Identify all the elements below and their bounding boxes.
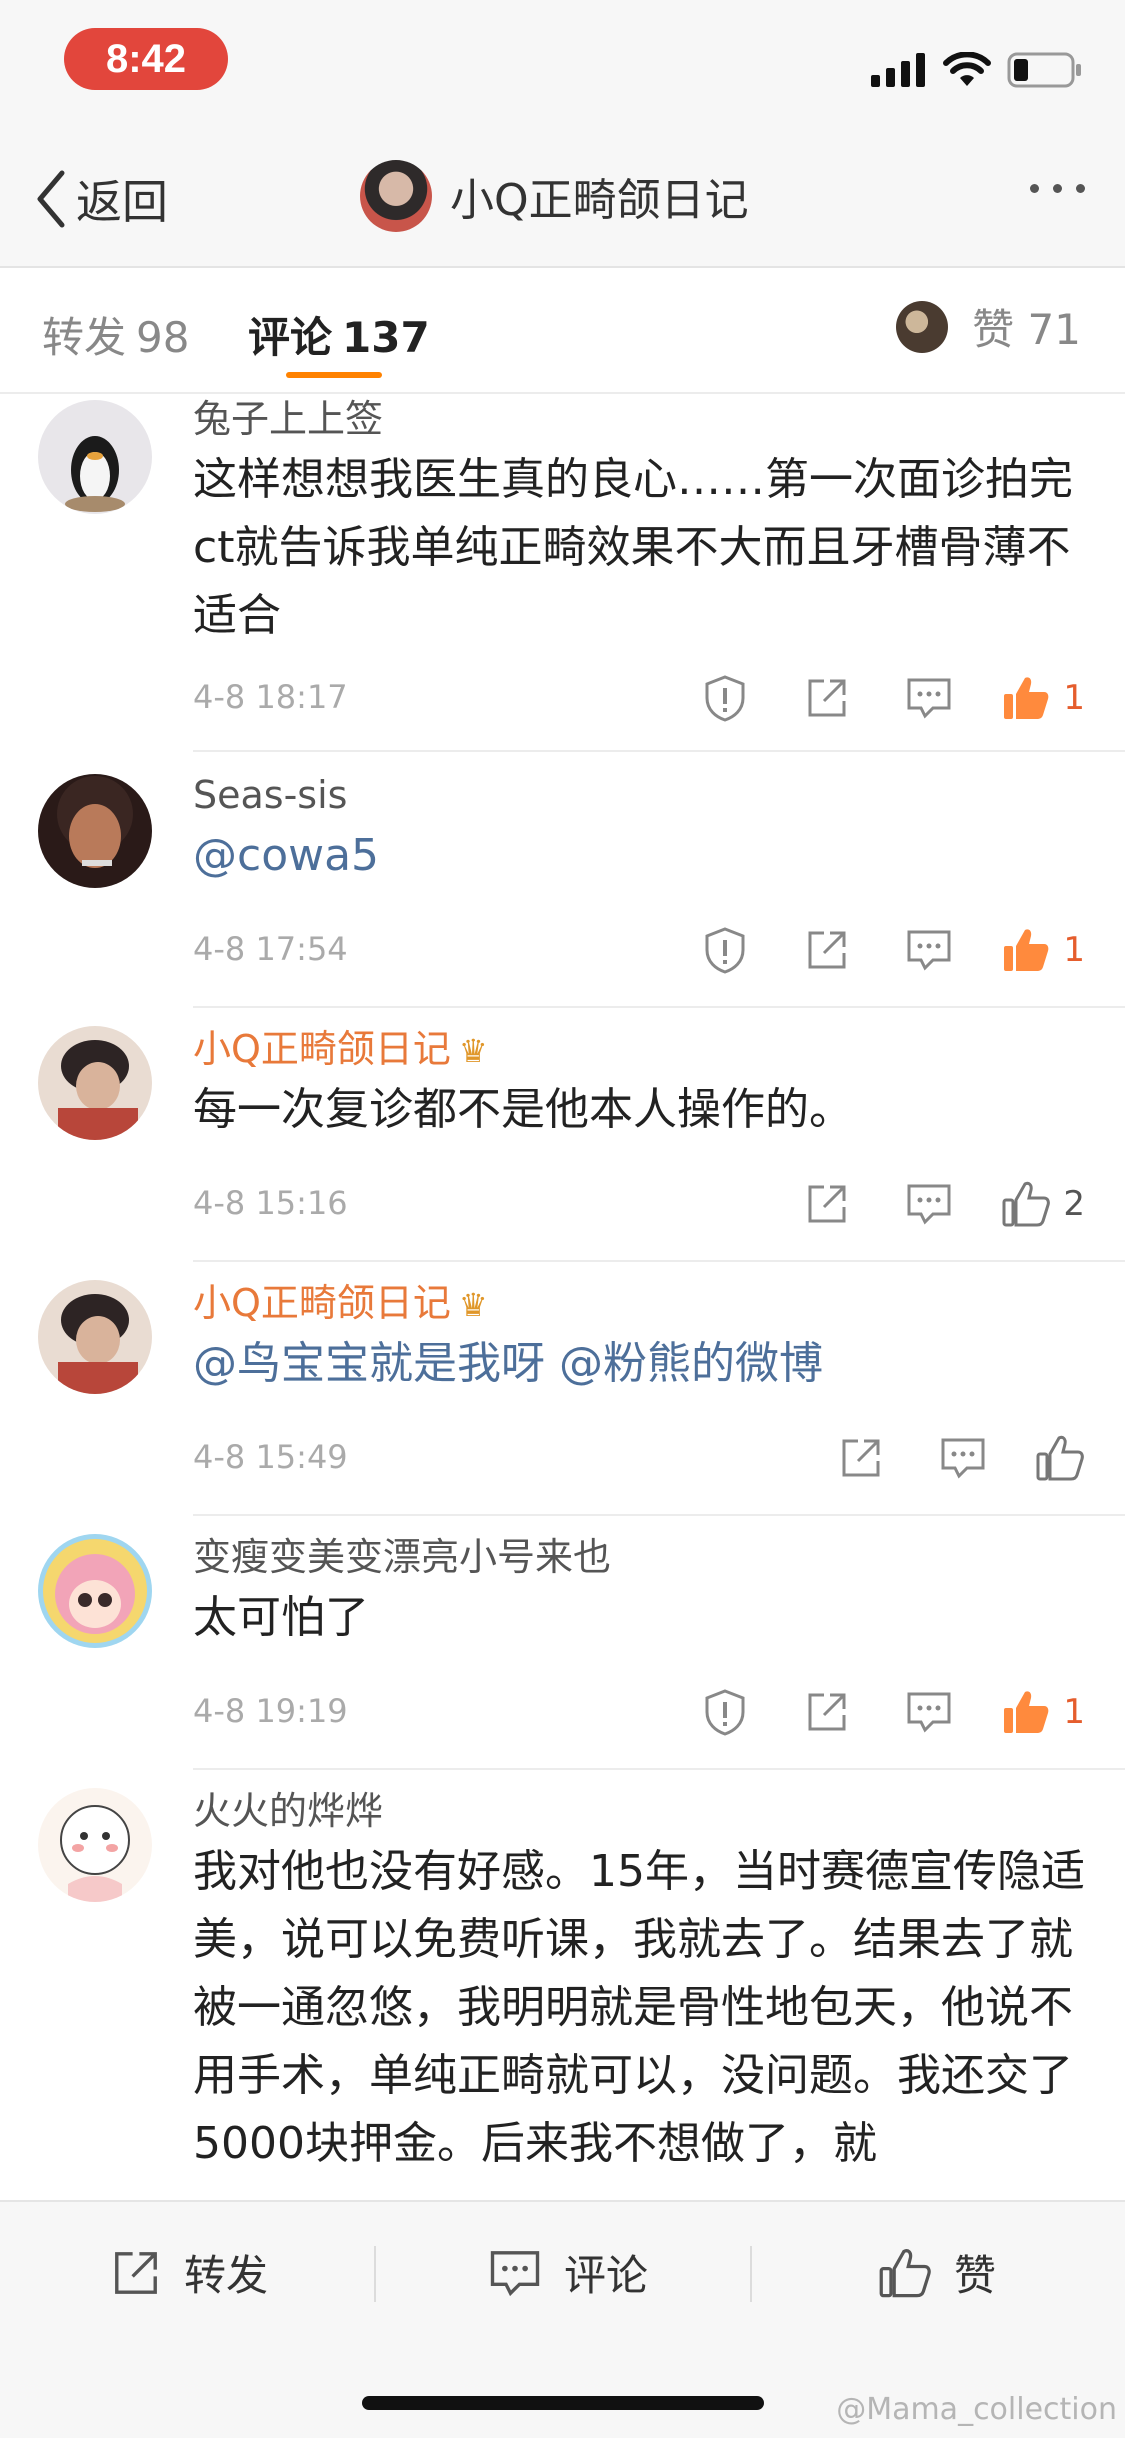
share-icon[interactable] (797, 1174, 857, 1234)
like-count: 1 (1063, 930, 1085, 970)
share-icon[interactable] (797, 668, 857, 728)
like-label: 赞 (954, 2251, 997, 2300)
reply-icon[interactable] (899, 1174, 959, 1234)
comment-item: 小Q正畸颌日记 ♛ @鸟宝宝就是我呀 @粉熊的微博 4-8 15:49 (0, 1262, 1125, 1516)
comment-item: 变瘦变美变漂亮小号来也 太可怕了 4-8 19:19 1 (0, 1516, 1125, 1770)
more-dots-icon[interactable] (1030, 184, 1085, 193)
comment-item: Seas-sis @cowa5 4-8 17:54 1 (0, 754, 1125, 1008)
like-count: 2 (1063, 1184, 1085, 1224)
reply-icon[interactable] (933, 1428, 993, 1488)
report-icon[interactable] (695, 668, 755, 728)
comment-author[interactable]: 兔子上上签 (193, 392, 1125, 446)
avatar[interactable] (38, 1026, 152, 1140)
share-icon[interactable] (831, 1428, 891, 1488)
separator (374, 2246, 376, 2302)
active-tab-indicator (286, 372, 382, 378)
tab-bar: 转发 98 评论 137 赞 71 (0, 268, 1125, 394)
like-button[interactable] (1035, 1434, 1085, 1482)
comment-author[interactable]: 小Q正畸颌日记 ♛ (193, 1276, 1125, 1330)
repost-button[interactable]: 转发 (110, 2242, 268, 2303)
chevron-left-icon (37, 170, 65, 228)
thumbs-up-icon (879, 2248, 931, 2297)
report-icon[interactable] (695, 1682, 755, 1742)
nav-title[interactable]: 小Q正畸颌日记 (360, 160, 749, 232)
share-icon[interactable] (797, 1682, 857, 1742)
reply-icon (490, 2250, 540, 2296)
repost-label: 转发 (184, 2251, 269, 2300)
thumbs-up-icon (1004, 677, 1049, 719)
comment-author[interactable]: 火火的烨烨 (193, 1784, 1125, 1838)
tab-repost[interactable]: 转发 98 (42, 304, 189, 365)
comment-time: 4-8 17:54 (193, 930, 348, 968)
back-label: 返回 (76, 175, 168, 229)
crown-icon: ♛ (458, 1032, 488, 1070)
report-icon[interactable] (695, 920, 755, 980)
like-button[interactable]: 2 (1001, 1180, 1085, 1228)
back-button[interactable]: 返回 (34, 166, 168, 232)
reply-icon[interactable] (899, 668, 959, 728)
comment-text: 我对他也没有好感。15年，当时赛德宣传隐适美，说可以免费听课，我就去了。结果去了… (193, 1846, 1085, 2169)
comment-item: 小Q正畸颌日记 ♛ 每一次复诊都不是他本人操作的。 4-8 15:16 2 (0, 1008, 1125, 1262)
thumbs-up-icon (1004, 929, 1049, 971)
crown-icon: ♛ (458, 1286, 488, 1324)
comment-list: 兔子上上签 这样想想我医生真的良心……第一次面诊拍完ct就告诉我单纯正畸效果不大… (0, 392, 1125, 2200)
wifi-icon (943, 52, 991, 86)
home-indicator[interactable] (362, 2396, 764, 2410)
tab-repost-count: 98 (136, 313, 190, 362)
comment-time: 4-8 18:17 (193, 678, 348, 716)
avatar[interactable] (38, 774, 152, 888)
comment-item: 火火的烨烨 我对他也没有好感。15年，当时赛德宣传隐适美，说可以免费听课，我就去… (0, 1770, 1125, 2200)
watermark: @Mama_collection (836, 2392, 1117, 2427)
share-icon[interactable] (797, 920, 857, 980)
reply-icon[interactable] (899, 920, 959, 980)
thumbs-up-icon (1002, 1181, 1051, 1227)
comment-item: 兔子上上签 这样想想我医生真的良心……第一次面诊拍完ct就告诉我单纯正畸效果不大… (0, 392, 1125, 752)
like-button[interactable]: 1 (1001, 926, 1085, 974)
comment-time: 4-8 15:16 (193, 1184, 348, 1222)
comment-label: 评论 (564, 2251, 649, 2300)
tab-repost-label: 转发 (42, 313, 127, 362)
tab-likes[interactable]: 赞 71 (896, 296, 1081, 357)
comment-time: 4-8 19:19 (193, 1692, 348, 1730)
status-bar: 8:42 (0, 0, 1125, 130)
like-button[interactable]: 赞 (878, 2242, 996, 2303)
battery-icon (1007, 52, 1081, 88)
avatar[interactable] (38, 400, 152, 514)
like-button[interactable]: 1 (1001, 674, 1085, 722)
tab-comments-count: 137 (342, 313, 430, 362)
comment-text[interactable]: @cowa5 (193, 822, 1125, 890)
share-icon (115, 2251, 157, 2294)
thumbs-up-icon (1004, 1691, 1049, 1733)
page-title: 小Q正畸颌日记 (450, 175, 749, 226)
comment-text: 这样想想我医生真的良心……第一次面诊拍完ct就告诉我单纯正畸效果不大而且牙槽骨薄… (193, 454, 1073, 641)
comment-time: 4-8 15:49 (193, 1438, 348, 1476)
comment-text: 太可怕了 (193, 1592, 369, 1643)
like-button[interactable]: 1 (1001, 1688, 1085, 1736)
avatar[interactable] (38, 1280, 152, 1394)
comment-text[interactable]: @鸟宝宝就是我呀 @粉熊的微博 (193, 1330, 1125, 1398)
comment-author[interactable]: Seas-sis (193, 768, 1125, 822)
tab-likes-count: 71 (1027, 305, 1081, 354)
tab-likes-label: 赞 (972, 305, 1015, 354)
nav-bar: 返回 小Q正畸颌日记 (0, 130, 1125, 268)
signal-icon (871, 53, 925, 87)
tab-comments-label: 评论 (248, 313, 333, 362)
avatar[interactable] (38, 1534, 152, 1648)
comment-button[interactable]: 评论 (488, 2242, 648, 2303)
like-count: 1 (1063, 678, 1085, 718)
comment-author[interactable]: 变瘦变美变漂亮小号来也 (193, 1530, 1125, 1584)
comment-author[interactable]: 小Q正畸颌日记 ♛ (193, 1022, 1125, 1076)
reply-icon[interactable] (899, 1682, 959, 1742)
tab-comments[interactable]: 评论 137 (248, 304, 430, 365)
avatar (896, 300, 949, 353)
like-count: 1 (1063, 1692, 1085, 1732)
separator (750, 2246, 752, 2302)
status-icons (871, 50, 1083, 90)
thumbs-up-icon (1036, 1435, 1084, 1481)
avatar[interactable] (38, 1788, 152, 1902)
divider (193, 750, 1125, 752)
comment-text: 每一次复诊都不是他本人操作的。 (193, 1084, 853, 1135)
status-time: 8:42 (64, 28, 228, 90)
avatar (360, 160, 432, 232)
